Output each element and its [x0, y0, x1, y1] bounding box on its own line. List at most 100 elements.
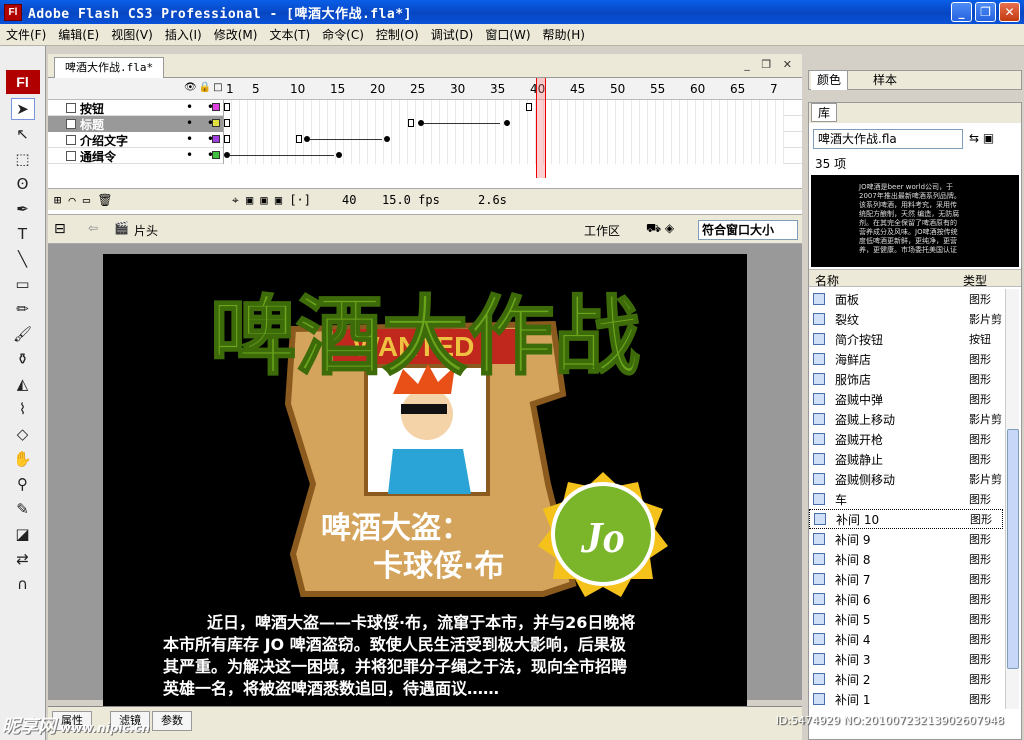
library-item[interactable]: 盗贼静止 图形 [809, 449, 1003, 469]
keyframe[interactable] [224, 119, 230, 127]
layer-row-wanted[interactable]: 通缉令 • • [48, 148, 802, 164]
library-item[interactable]: 补间 8 图形 [809, 549, 1003, 569]
menu-commands[interactable]: 命令(C) [316, 24, 370, 46]
library-item[interactable]: 车 图形 [809, 489, 1003, 509]
back-arrow-icon[interactable]: ⇦ [88, 221, 98, 235]
layer-frames[interactable] [224, 148, 784, 164]
text-tool-icon[interactable]: T [11, 223, 35, 245]
layer-row-buttons[interactable]: 按钮 • • [48, 100, 802, 116]
menu-help[interactable]: 帮助(H) [537, 24, 591, 46]
library-item[interactable]: 补间 1 图形 [809, 689, 1003, 709]
menu-view[interactable]: 视图(V) [105, 24, 159, 46]
layer-outline-color[interactable] [212, 135, 220, 143]
keyframe[interactable] [336, 152, 342, 158]
library-item[interactable]: 补间 9 图形 [809, 529, 1003, 549]
library-item[interactable]: 补间 4 图形 [809, 629, 1003, 649]
menu-control[interactable]: 控制(O) [370, 24, 425, 46]
scrollbar-thumb[interactable] [1007, 429, 1019, 669]
library-item[interactable]: 海鲜店 图形 [809, 349, 1003, 369]
library-item[interactable]: 补间 7 图形 [809, 569, 1003, 589]
menu-text[interactable]: 文本(T) [263, 24, 316, 46]
workspace-menu[interactable]: 工作区 [584, 222, 620, 239]
library-item[interactable]: 补间 10 图形 [809, 509, 1003, 529]
zoom-tool-icon[interactable]: ⚲ [11, 473, 35, 495]
layer-row-title[interactable]: 标题 • • [48, 116, 802, 132]
column-type[interactable]: 类型 [963, 272, 987, 289]
layer-outline-color[interactable] [212, 119, 220, 127]
library-scrollbar[interactable] [1005, 289, 1019, 709]
tab-color[interactable]: 颜色 [811, 71, 849, 90]
keyframe[interactable] [296, 135, 302, 143]
layer-outline-color[interactable] [212, 151, 220, 159]
selection-tool-icon[interactable]: ➤ [10, 98, 35, 120]
library-item[interactable]: 盗贼中弹 图形 [809, 389, 1003, 409]
layer-visibility-lock-icons[interactable]: 👁🔒□ [184, 82, 225, 93]
hand-tool-icon[interactable]: ✋ [11, 448, 35, 470]
library-item[interactable]: 补间 2 图形 [809, 669, 1003, 689]
keyframe[interactable] [224, 103, 230, 111]
document-window-controls[interactable]: _ ❐ ✕ [744, 58, 796, 71]
keyframe[interactable] [384, 136, 390, 142]
layer-frames[interactable] [224, 100, 784, 116]
close-button[interactable]: ✕ [999, 2, 1020, 22]
tab-parameters[interactable]: 参数 [152, 711, 192, 731]
timeline-toggle-icon[interactable]: ⊟ [54, 221, 66, 237]
menu-modify[interactable]: 修改(M) [208, 24, 264, 46]
eraser-tool-icon[interactable]: ◇ [11, 423, 35, 445]
free-transform-tool-icon[interactable]: ⬚ [11, 148, 35, 170]
library-item[interactable]: 补间 3 图形 [809, 649, 1003, 669]
swap-colors-icon[interactable]: ⇄ [11, 548, 35, 570]
paint-bucket-tool-icon[interactable]: ◭ [11, 373, 35, 395]
menu-edit[interactable]: 编辑(E) [52, 24, 105, 46]
keyframe[interactable] [526, 103, 532, 111]
menu-debug[interactable]: 调试(D) [425, 24, 480, 46]
keyframe[interactable] [224, 135, 230, 143]
layer-row-intro-text[interactable]: 介绍文字 • • [48, 132, 802, 148]
library-item[interactable]: 服饰店 图形 [809, 369, 1003, 389]
scene-name[interactable]: 片头 [134, 222, 158, 239]
library-document-select[interactable]: 啤酒大作战.fla [813, 129, 963, 149]
frame-ruler[interactable]: 1 5 10 15 20 25 30 35 40 45 50 55 60 65 … [224, 78, 784, 100]
pen-tool-icon[interactable]: ✒ [11, 198, 35, 220]
layer-frames[interactable] [224, 116, 784, 132]
stage[interactable]: WANTED 啤酒大盗： 卡球俀·布 Jo 啤酒大作战 近日，啤酒大盗——卡球俀… [103, 254, 747, 722]
stroke-color-icon[interactable]: ✎ [11, 498, 35, 520]
column-name[interactable]: 名称 [815, 272, 839, 289]
lasso-tool-icon[interactable]: ʘ [11, 173, 35, 195]
menu-window[interactable]: 窗口(W) [479, 24, 536, 46]
library-item[interactable]: 简介按钮 按钮 [809, 329, 1003, 349]
library-item[interactable]: 补间 5 图形 [809, 609, 1003, 629]
eyedropper-tool-icon[interactable]: ⌇ [11, 398, 35, 420]
ink-bottle-tool-icon[interactable]: ⚱ [11, 348, 35, 370]
library-item[interactable]: 裂纹 影片剪 [809, 309, 1003, 329]
onion-skin-icons[interactable]: ⌖ ▣ ▣ ▣ [·] [232, 193, 311, 208]
tab-library[interactable]: 库 [811, 103, 838, 122]
keyframe[interactable] [504, 120, 510, 126]
library-item[interactable]: 盗贼上移动 影片剪 [809, 409, 1003, 429]
brush-tool-icon[interactable]: 🖌 [11, 323, 35, 345]
rectangle-tool-icon[interactable]: ▭ [11, 273, 35, 295]
layer-outline-color[interactable] [212, 103, 220, 111]
edit-symbols-icon[interactable]: ⛟ ◈ [646, 221, 674, 237]
library-item[interactable]: 盗贼侧移动 影片剪 [809, 469, 1003, 489]
snap-magnet-icon[interactable]: ∩ [11, 573, 35, 595]
zoom-select[interactable]: 符合窗口大小 [698, 220, 798, 240]
minimize-button[interactable]: _ [951, 2, 972, 22]
layer-frames[interactable] [224, 132, 784, 148]
tab-swatches[interactable]: 样本 [867, 71, 903, 90]
document-tab[interactable]: 啤酒大作战.fla* [54, 57, 165, 78]
subselection-tool-icon[interactable]: ↖ [11, 123, 35, 145]
menu-file[interactable]: 文件(F) [0, 24, 52, 46]
menu-insert[interactable]: 插入(I) [159, 24, 208, 46]
add-layer-icon[interactable]: ⊞ ⌒ ▭ 🗑 [54, 193, 113, 207]
playhead[interactable] [536, 78, 546, 178]
keyframe[interactable] [408, 119, 414, 127]
pencil-tool-icon[interactable]: ✏ [11, 298, 35, 320]
line-tool-icon[interactable]: ╲ [11, 248, 35, 270]
fill-color-icon[interactable]: ◪ [11, 523, 35, 545]
restore-button[interactable]: ❐ [975, 2, 996, 22]
library-item[interactable]: 盗贼开枪 图形 [809, 429, 1003, 449]
library-item[interactable]: 补间 6 图形 [809, 589, 1003, 609]
library-pin-icons[interactable]: ⇆ ▣ [969, 131, 994, 145]
library-item[interactable]: 面板 图形 [809, 289, 1003, 309]
